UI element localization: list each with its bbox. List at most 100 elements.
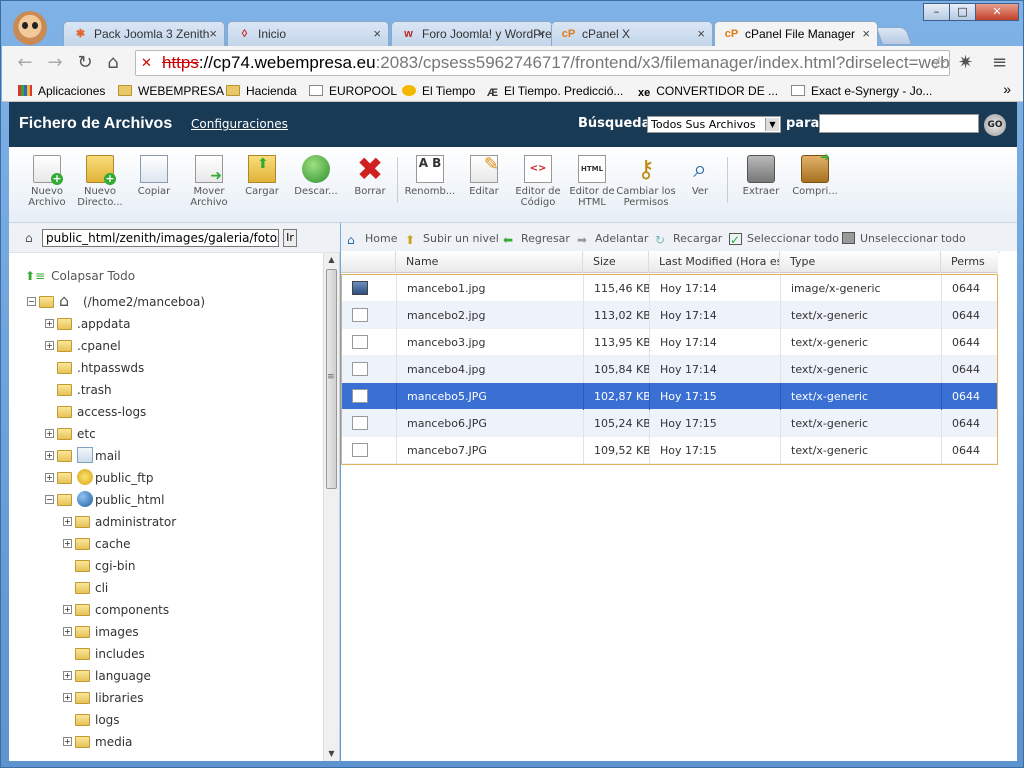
column-header-type[interactable]: Type (779, 251, 940, 273)
bookmark-convertidor[interactable]: xe CONVERTIDOR DE ... (638, 83, 778, 99)
bookmark-star-icon[interactable]: ☆ (931, 51, 947, 75)
close-window-icon[interactable]: ✕ (975, 3, 1019, 21)
file-perms[interactable]: 0644 (941, 356, 998, 383)
expand-toggle-icon[interactable]: + (45, 319, 54, 328)
back-icon[interactable]: ← (14, 52, 36, 74)
expand-toggle-icon[interactable]: + (63, 671, 72, 680)
bookmark-exact-esynergy[interactable]: Exact e-Synergy - Jo... (791, 83, 932, 99)
extension-icon[interactable]: ✷ (958, 52, 973, 74)
bookmark-el-tiempo[interactable]: El Tiempo (402, 83, 475, 99)
column-header-size[interactable]: Size (582, 251, 648, 273)
column-header-modified[interactable]: Last Modified (Hora estándar) (648, 251, 779, 273)
column-header-name[interactable]: Name (395, 251, 582, 273)
delete-button[interactable]: ✖ Borrar (340, 153, 400, 197)
html-editor-button[interactable]: HTML Editor de HTML (562, 155, 622, 208)
profile-avatar-icon[interactable] (13, 11, 47, 45)
file-perms[interactable]: 0644 (941, 329, 998, 356)
close-tab-icon[interactable]: × (373, 22, 381, 46)
column-header-perms[interactable]: Perms (940, 251, 998, 273)
expand-toggle-icon[interactable]: + (45, 473, 54, 482)
expand-toggle-icon[interactable]: + (45, 451, 54, 460)
search-input[interactable] (819, 114, 979, 133)
bookmark-aplicaciones[interactable]: Aplicaciones (18, 83, 105, 99)
file-name[interactable]: mancebo6.JPG (396, 410, 583, 437)
bookmark-hacienda[interactable]: Hacienda (226, 83, 297, 99)
maximize-icon[interactable]: □ (949, 3, 976, 21)
reload-icon[interactable]: ↻ (74, 52, 96, 74)
file-perms[interactable]: 0644 (941, 275, 998, 302)
file-name[interactable]: mancebo3.jpg (396, 329, 583, 356)
tab-inicio[interactable]: ◊ Inicio × (227, 21, 389, 46)
action-forward[interactable]: ➡ Adelantar (577, 232, 648, 246)
expand-toggle-icon[interactable]: + (63, 693, 72, 702)
close-tab-icon[interactable]: × (537, 22, 545, 46)
code-editor-button[interactable]: <> Editor de Código (508, 155, 568, 208)
expand-toggle-icon[interactable]: + (63, 539, 72, 548)
tab-pack-joomla[interactable]: ✱ Pack Joomla 3 Zenith × (63, 21, 225, 46)
close-tab-icon[interactable]: × (862, 22, 870, 46)
collapse-toggle-icon[interactable]: − (27, 297, 36, 306)
collapse-toggle-icon[interactable]: − (45, 495, 54, 504)
expand-toggle-icon[interactable]: + (63, 737, 72, 746)
action-up-level[interactable]: ⬆ Subir un nivel (405, 232, 499, 246)
file-name[interactable]: mancebo4.jpg (396, 356, 583, 383)
table-row[interactable]: mancebo4.jpg 105,84 KB Hoy 17:14 text/x-gen… (342, 356, 997, 383)
expand-toggle-icon[interactable]: + (63, 605, 72, 614)
action-reload[interactable]: ↻ Recargar (655, 232, 722, 246)
compress-button[interactable]: Compri... (785, 152, 845, 197)
upload-button[interactable]: Cargar (232, 155, 292, 197)
download-button[interactable]: Descar... (286, 155, 346, 197)
tree-scrollbar[interactable]: ▲ ≡ ▼ (323, 253, 339, 761)
file-name[interactable]: mancebo5.JPG (396, 383, 583, 410)
collapse-all-button[interactable]: ⬆≡ Colapsar Todo (25, 269, 135, 283)
path-input[interactable]: public_html/zenith/images/galeria/fotos- (42, 229, 279, 247)
resize-grip-icon[interactable]: ≡ (327, 373, 335, 382)
edit-button[interactable]: Editar (454, 155, 514, 197)
tab-foro-joomla[interactable]: w Foro Joomla! y WordPress × (391, 21, 553, 46)
table-row[interactable]: mancebo6.JPG 105,24 KB Hoy 17:15 text/x-gen… (342, 410, 997, 437)
expand-toggle-icon[interactable]: + (45, 341, 54, 350)
extract-button[interactable]: Extraer (731, 155, 791, 197)
search-go-button[interactable]: GO (984, 114, 1006, 136)
copy-button[interactable]: Copiar (124, 155, 184, 197)
settings-link[interactable]: Configuraciones (191, 117, 288, 131)
expand-toggle-icon[interactable]: + (63, 517, 72, 526)
action-back[interactable]: ⬅ Regresar (503, 232, 570, 246)
move-button[interactable]: Mover Archivo (179, 155, 239, 208)
file-name[interactable]: mancebo7.JPG (396, 437, 583, 464)
file-name[interactable]: mancebo1.jpg (396, 275, 583, 302)
menu-icon[interactable]: ≡ (992, 52, 1007, 74)
bookmark-europool[interactable]: EUROPOOL (309, 83, 397, 99)
table-row[interactable]: mancebo5.JPG 102,87 KB Hoy 17:15 text/x-gen… (342, 383, 997, 410)
file-perms[interactable]: 0644 (941, 410, 998, 437)
search-scope-select[interactable]: Todos Sus Archivos ▼ (647, 116, 781, 133)
bookmarks-more-icon[interactable]: » (1003, 81, 1011, 97)
file-name[interactable]: mancebo2.jpg (396, 302, 583, 329)
bookmark-webempresa[interactable]: WEBEMPRESA (118, 83, 224, 99)
address-bar[interactable]: ✕ https://cp74.webempresa.eu:2083/cpsess… (135, 50, 950, 76)
new-tab-button[interactable] (875, 27, 913, 45)
new-folder-button[interactable]: Nuevo Directo... (70, 155, 130, 208)
file-perms[interactable]: 0644 (941, 302, 998, 329)
view-button[interactable]: ⌕ Ver (670, 155, 730, 197)
close-tab-icon[interactable]: × (209, 22, 217, 46)
expand-toggle-icon[interactable]: + (45, 429, 54, 438)
rename-button[interactable]: A B Renomb... (400, 155, 460, 197)
path-go-button[interactable]: Ir (283, 229, 297, 247)
action-select-all[interactable]: ✓ Seleccionar todo (729, 232, 839, 246)
scroll-down-icon[interactable]: ▼ (324, 747, 339, 761)
minimize-icon[interactable]: – (923, 3, 950, 21)
table-row[interactable]: mancebo7.JPG 109,52 KB Hoy 17:15 text/x-gen… (342, 437, 997, 464)
table-row[interactable]: mancebo3.jpg 113,95 KB Hoy 17:14 text/x-gen… (342, 329, 997, 356)
close-tab-icon[interactable]: × (697, 22, 705, 46)
home-icon[interactable]: ⌂ (102, 52, 124, 74)
tab-cpanel-file-manager[interactable]: cP cPanel File Manager × (714, 21, 878, 46)
action-home[interactable]: ⌂ Home (347, 232, 397, 246)
file-perms[interactable]: 0644 (941, 437, 998, 464)
bookmark-el-tiempo-prediccion[interactable]: Æ El Tiempo. Predicció... (487, 83, 623, 99)
table-row[interactable]: mancebo1.jpg 115,46 KB Hoy 17:14 image/x-ge… (342, 275, 997, 302)
expand-toggle-icon[interactable]: + (63, 627, 72, 636)
action-deselect-all[interactable]: Unseleccionar todo (842, 232, 966, 245)
table-row[interactable]: mancebo2.jpg 113,02 KB Hoy 17:14 text/x-gen… (342, 302, 997, 329)
tab-cpanel-x[interactable]: cP cPanel X × (551, 21, 713, 46)
